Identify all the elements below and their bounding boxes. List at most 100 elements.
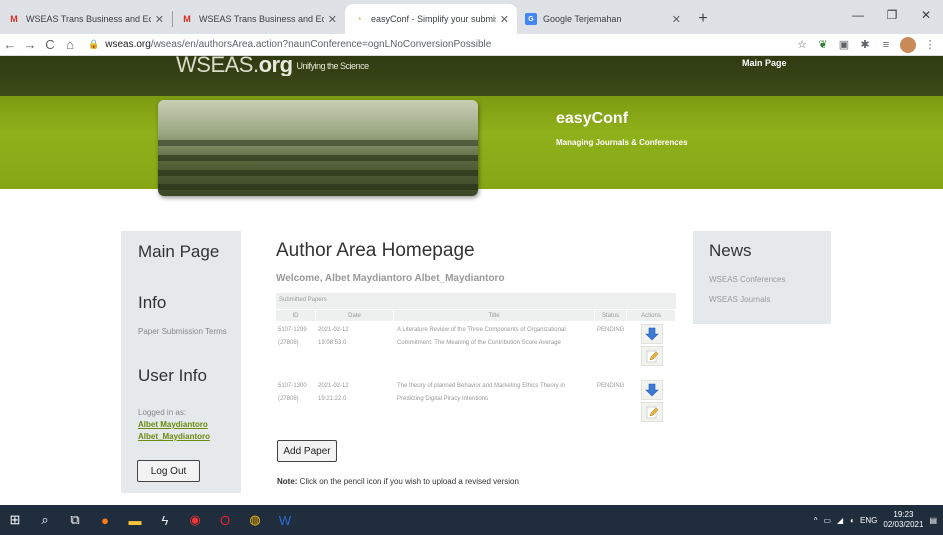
volume-icon[interactable]: ◖ — [849, 516, 854, 525]
clock[interactable]: 19:23 02/03/2021 — [883, 510, 923, 530]
brand-title: easyConf — [556, 110, 629, 127]
word-icon[interactable]: W — [270, 505, 300, 535]
address-bar[interactable]: 🔒 wseas.org/wseas/en/authorsArea.action?… — [88, 39, 795, 50]
logged-in-label: Logged in as: — [138, 408, 187, 417]
clock-date: 02/03/2021 — [883, 520, 924, 529]
browser-tab-3[interactable]: ◔ easyConf - Simplify your submiss ✕ — [345, 4, 517, 34]
sidebar-main-page-link[interactable]: Main Page — [138, 242, 219, 262]
app-icon[interactable]: ϟ — [150, 505, 180, 535]
pencil-edit-icon[interactable] — [640, 346, 663, 366]
gmail-icon: M — [183, 14, 191, 24]
logout-button[interactable]: Log Out — [137, 460, 200, 482]
news-panel: News WSEAS Conferences WSEAS Journals — [693, 231, 831, 324]
logo-main: WSEAS. — [176, 56, 259, 76]
extension-leaf-icon[interactable]: ❦ — [816, 38, 830, 52]
extension-puzzle-icon[interactable]: ✱ — [858, 38, 872, 52]
table-row: 5107-1300 (27808) 2021-02-12 19:21:22.0 Th… — [276, 377, 676, 433]
user-login-link[interactable]: Albet_Maydiantoro — [138, 432, 210, 441]
system-tray: ^ ▭ ◢ ◖ ENG 19:23 02/03/2021 ▤ — [814, 505, 943, 535]
logo-org: org — [258, 56, 293, 76]
add-paper-button[interactable]: Add Paper — [277, 440, 337, 462]
table-header: ID Date Title Status Actions — [276, 309, 676, 321]
close-tab-icon[interactable]: ✕ — [328, 13, 337, 26]
minimize-icon[interactable]: — — [841, 0, 875, 30]
paper-id-sub: (27808) — [278, 396, 299, 402]
download-icon[interactable] — [640, 324, 663, 344]
close-window-icon[interactable]: ✕ — [909, 0, 943, 30]
sidebar-user-info-heading: User Info — [138, 366, 207, 385]
brand-subtitle: Managing Journals & Conferences — [556, 138, 688, 147]
submitted-papers-table: Submitted Papers ID Date Title Status Ac… — [276, 293, 676, 433]
language-indicator[interactable]: ENG — [860, 516, 877, 525]
paper-date: 2021-02-12 — [318, 327, 349, 333]
column-header-status: Status — [595, 310, 627, 321]
close-tab-icon[interactable]: ✕ — [672, 13, 681, 26]
table-caption: Submitted Papers — [276, 293, 676, 309]
news-link-conferences[interactable]: WSEAS Conferences — [709, 275, 785, 284]
tab-title: WSEAS Trans Business and Econ — [199, 14, 324, 24]
chrome-icon[interactable]: ◍ — [240, 505, 270, 535]
paper-id-sub: (27808) — [278, 340, 299, 346]
chevron-up-icon[interactable]: ^ — [814, 516, 818, 525]
browser-tab-strip: M WSEAS Trans Business and Econ ✕ M WSEA… — [0, 0, 943, 34]
paper-id: 5107-1300 — [278, 383, 307, 389]
opera-icon[interactable]: O — [210, 505, 240, 535]
new-tab-button[interactable]: + — [689, 4, 717, 34]
paper-submission-terms-link[interactable]: Paper Submission Terms — [138, 327, 227, 336]
note-label: Note: — [277, 477, 298, 486]
pencil-edit-icon[interactable] — [640, 402, 663, 422]
lecture-hall-image — [158, 100, 478, 196]
task-view-icon[interactable]: ⧉ — [60, 505, 90, 535]
home-icon[interactable]: ⌂ — [60, 37, 80, 52]
paper-id: 5107-1299 — [278, 327, 307, 333]
paper-status: PENDING — [597, 327, 625, 333]
column-header-date: Date — [316, 310, 394, 321]
profile-avatar[interactable] — [900, 36, 916, 53]
file-explorer-icon[interactable]: ▬ — [120, 505, 150, 535]
menu-icon[interactable]: ⋮ — [923, 38, 937, 52]
search-icon[interactable]: ⌕ — [30, 505, 60, 535]
close-tab-icon[interactable]: ✕ — [155, 13, 164, 26]
top-main-page-link[interactable]: Main Page — [742, 58, 787, 68]
restore-icon[interactable]: ❐ — [875, 0, 909, 30]
paper-actions — [627, 377, 676, 433]
download-icon[interactable] — [640, 380, 663, 400]
reading-list-icon[interactable]: ≡ — [879, 38, 893, 52]
paper-date: 2021-02-12 — [318, 383, 349, 389]
paper-time: 19:21:22.0 — [318, 396, 347, 402]
column-header-actions: Actions — [627, 310, 676, 321]
site-top-bar — [0, 56, 943, 96]
page-title: Author Area Homepage — [276, 240, 475, 261]
welcome-message: Welcome, Albet Maydiantoro Albet_Maydian… — [276, 273, 505, 284]
user-name-link[interactable]: Albet Maydiantoro — [138, 420, 208, 429]
record-icon[interactable]: ◉ — [180, 505, 210, 535]
notification-icon[interactable]: ▤ — [929, 516, 937, 525]
lock-icon: 🔒 — [88, 39, 100, 49]
browser-tab-4[interactable]: G Google Terjemahan ✕ — [517, 4, 689, 34]
paper-status: PENDING — [597, 383, 625, 389]
windows-start-icon[interactable]: ⊞ — [0, 505, 30, 535]
star-icon[interactable]: ☆ — [795, 38, 809, 52]
tab-title: easyConf - Simplify your submiss — [371, 14, 496, 24]
easyconf-icon: ◔ — [356, 14, 362, 24]
table-row: 5107-1299 (27808) 2021-02-12 19:08:53.0 A … — [276, 321, 676, 377]
url-host: wseas.org — [105, 39, 151, 50]
back-icon[interactable]: ← — [0, 37, 20, 52]
paper-title: A Literature Review of the Three Compone… — [397, 327, 566, 346]
network-icon[interactable]: ◢ — [837, 516, 843, 525]
forward-icon[interactable]: → — [20, 37, 40, 52]
firefox-icon[interactable]: ● — [90, 505, 120, 535]
note-text: Click on the pencil icon if you wish to … — [297, 477, 519, 486]
paper-id-cell: 5107-1299 (27808) — [276, 321, 316, 377]
reload-icon[interactable]: C — [40, 37, 60, 52]
paper-title: The theory of planned Behavior and Marke… — [397, 383, 565, 402]
close-tab-icon[interactable]: ✕ — [500, 13, 509, 26]
news-heading: News — [709, 241, 752, 260]
browser-tab-1[interactable]: M WSEAS Trans Business and Econ ✕ — [0, 4, 172, 34]
site-logo[interactable]: WSEAS.org Unifying the Science — [176, 56, 369, 76]
browser-tab-2[interactable]: M WSEAS Trans Business and Econ ✕ — [173, 4, 345, 34]
news-link-journals[interactable]: WSEAS Journals — [709, 295, 770, 304]
battery-icon[interactable]: ▭ — [823, 516, 831, 525]
extension-box-icon[interactable]: ▣ — [837, 38, 851, 52]
tab-title: WSEAS Trans Business and Econ — [26, 14, 151, 24]
